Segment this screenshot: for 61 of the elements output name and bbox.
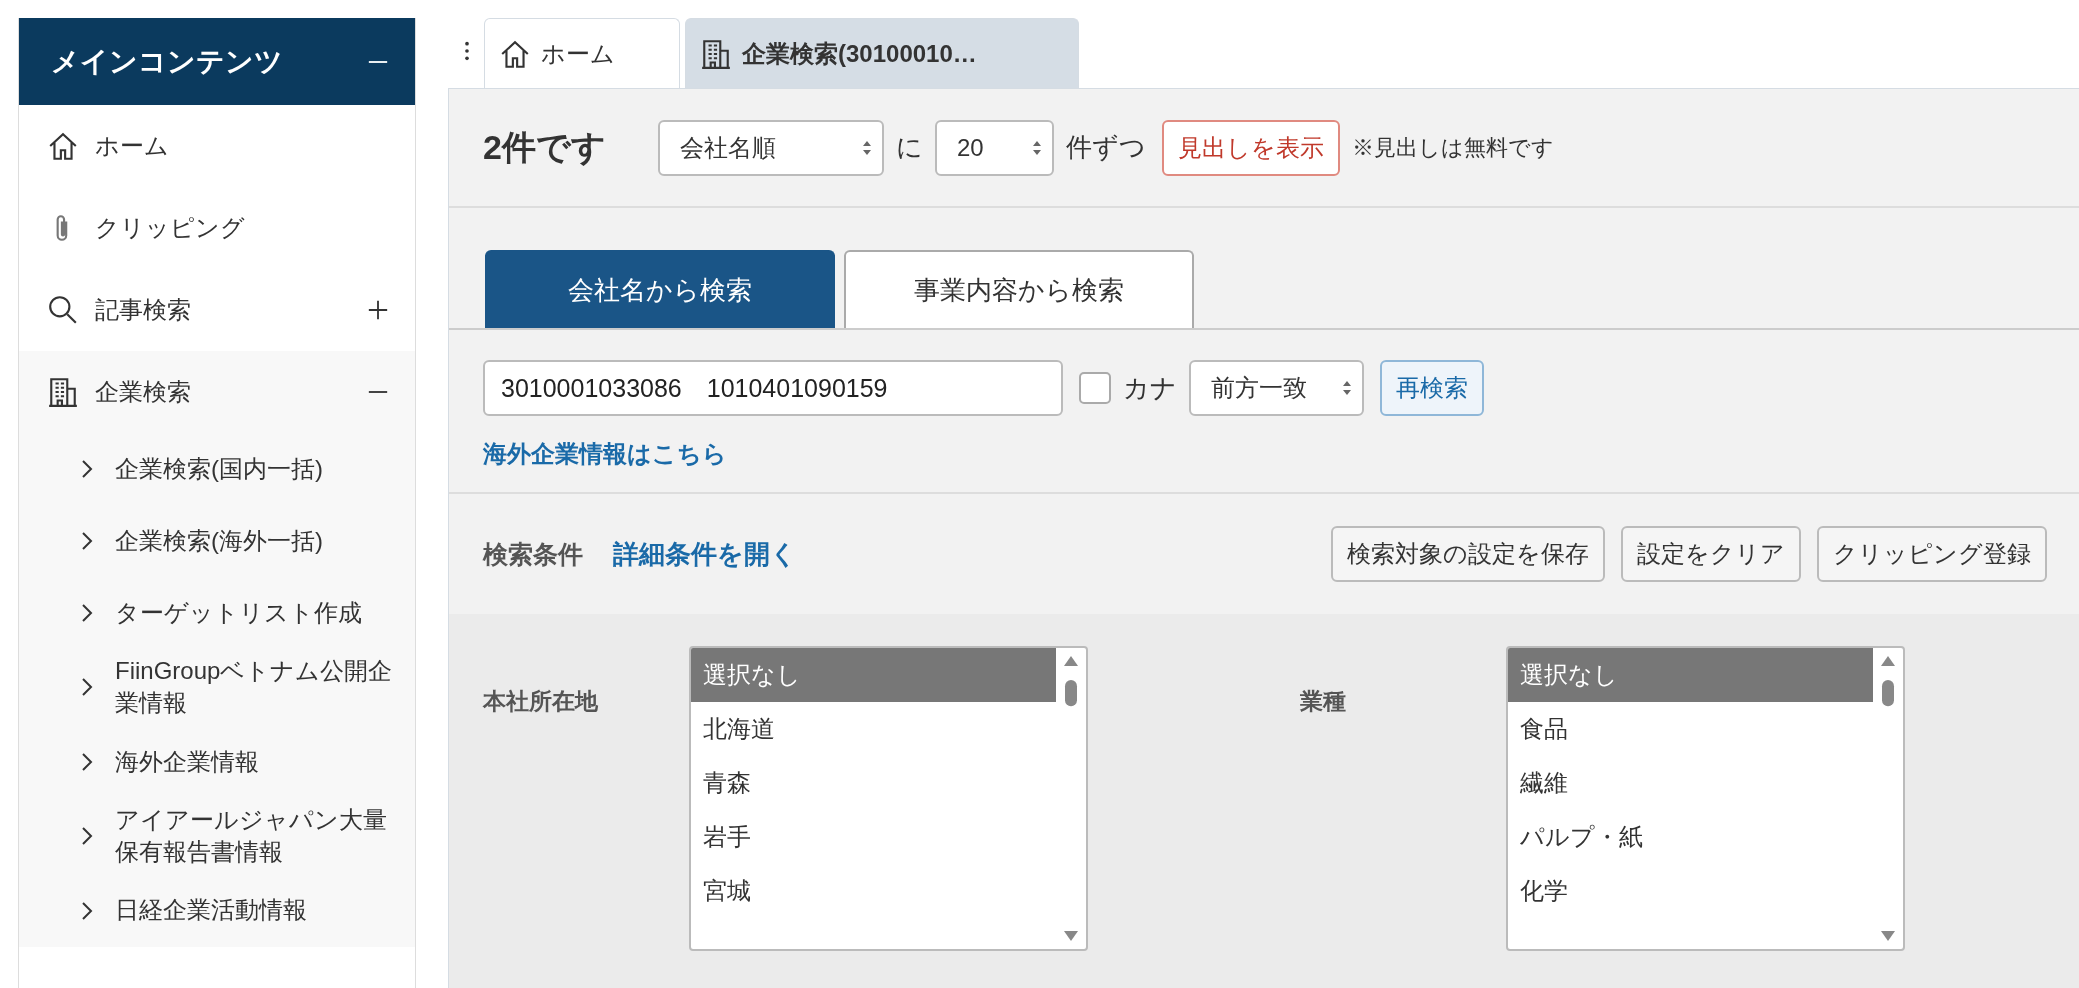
- search-tab[interactable]: 事業内容から検索: [844, 250, 1194, 328]
- conditions-title: 検索条件: [483, 538, 583, 570]
- sidebar-subitem[interactable]: 日経企業活動情報: [19, 874, 415, 947]
- listbox[interactable]: 選択なし 北海道 青森 岩手 宮城: [689, 646, 1088, 951]
- list-option[interactable]: 青森: [691, 756, 1056, 810]
- chevron-right-icon: [81, 677, 93, 698]
- list-option[interactable]: 選択なし: [1508, 648, 1873, 702]
- listbox[interactable]: 選択なし 食品 繊維 パルプ・紙 化学: [1506, 646, 1905, 951]
- expand-icon[interactable]: [367, 299, 389, 321]
- list-option[interactable]: 岩手: [691, 810, 1056, 864]
- match-select[interactable]: 前方一致: [1189, 360, 1364, 416]
- updown-arrows-icon: [1342, 379, 1352, 397]
- chevron-right-icon: [81, 751, 93, 772]
- home-icon: [47, 130, 79, 162]
- chevron-right-icon: [81, 459, 93, 479]
- list-option[interactable]: 化学: [1508, 864, 1873, 918]
- kana-label: カナ: [1123, 371, 1177, 405]
- list-option[interactable]: 選択なし: [691, 648, 1056, 702]
- list-option[interactable]: 繊維: [1508, 756, 1873, 810]
- filter-label: 業種: [1300, 687, 1347, 716]
- list-option[interactable]: 北海道: [691, 702, 1056, 756]
- headline-note: ※見出しは無料です: [1351, 133, 1554, 162]
- show-headlines-button[interactable]: 見出しを表示: [1161, 119, 1340, 176]
- sidebar-subitem[interactable]: 企業検索(海外一括): [19, 505, 415, 577]
- action-button[interactable]: クリッピング登録: [1817, 526, 2047, 582]
- per-label: に: [895, 131, 923, 164]
- search-icon: [47, 294, 79, 326]
- sidebar-subitem[interactable]: ターゲットリスト作成: [19, 577, 415, 649]
- search-input[interactable]: 3010001033086 1010401090159: [483, 360, 1063, 416]
- overseas-link[interactable]: 海外企業情報はこちら: [483, 440, 727, 467]
- search-tab[interactable]: 会社名から検索: [485, 250, 835, 328]
- list-option[interactable]: 食品: [1508, 702, 1873, 756]
- result-count: 2件です: [483, 126, 606, 168]
- sidebar-item[interactable]: 記事検索: [19, 269, 415, 351]
- more-icon[interactable]: [464, 40, 470, 62]
- chevron-right-icon: [81, 900, 93, 921]
- sidebar-subitem[interactable]: 海外企業情報: [19, 725, 415, 798]
- list-option[interactable]: パルプ・紙: [1508, 810, 1873, 864]
- sort-select[interactable]: 会社名順: [657, 119, 884, 176]
- sidebar-subitem[interactable]: 企業検索(国内一括): [19, 433, 415, 505]
- sidebar-subitem[interactable]: FiinGroupベトナム公開企業情報: [19, 649, 415, 726]
- sidebar-title: メインコンテンツ: [51, 44, 284, 79]
- sidebar-item[interactable]: ホーム: [19, 105, 415, 187]
- building-icon: [700, 37, 732, 70]
- kana-checkbox[interactable]: [1079, 372, 1111, 404]
- building-icon: [47, 376, 79, 408]
- sidebar-subitem[interactable]: アイアールジャパン大量保有報告書情報: [19, 797, 415, 875]
- action-button[interactable]: 検索対象の設定を保存: [1331, 526, 1605, 582]
- chevron-right-icon: [81, 603, 93, 623]
- details-toggle-link[interactable]: 詳細条件を開く: [613, 536, 797, 572]
- per-suffix: 件ずつ: [1065, 131, 1146, 164]
- chevron-right-icon: [81, 826, 93, 847]
- page-tab[interactable]: ホーム: [484, 18, 680, 88]
- page-tab[interactable]: 企業検索(30100010…: [685, 18, 1079, 88]
- per-page-select[interactable]: 20: [934, 119, 1054, 176]
- research-button[interactable]: 再検索: [1380, 360, 1484, 416]
- action-button[interactable]: 設定をクリア: [1621, 526, 1801, 582]
- chevron-right-icon: [81, 531, 93, 551]
- list-option[interactable]: 宮城: [691, 864, 1056, 918]
- filter-label: 本社所在地: [483, 687, 599, 716]
- sidebar-item[interactable]: クリッピング: [19, 187, 415, 269]
